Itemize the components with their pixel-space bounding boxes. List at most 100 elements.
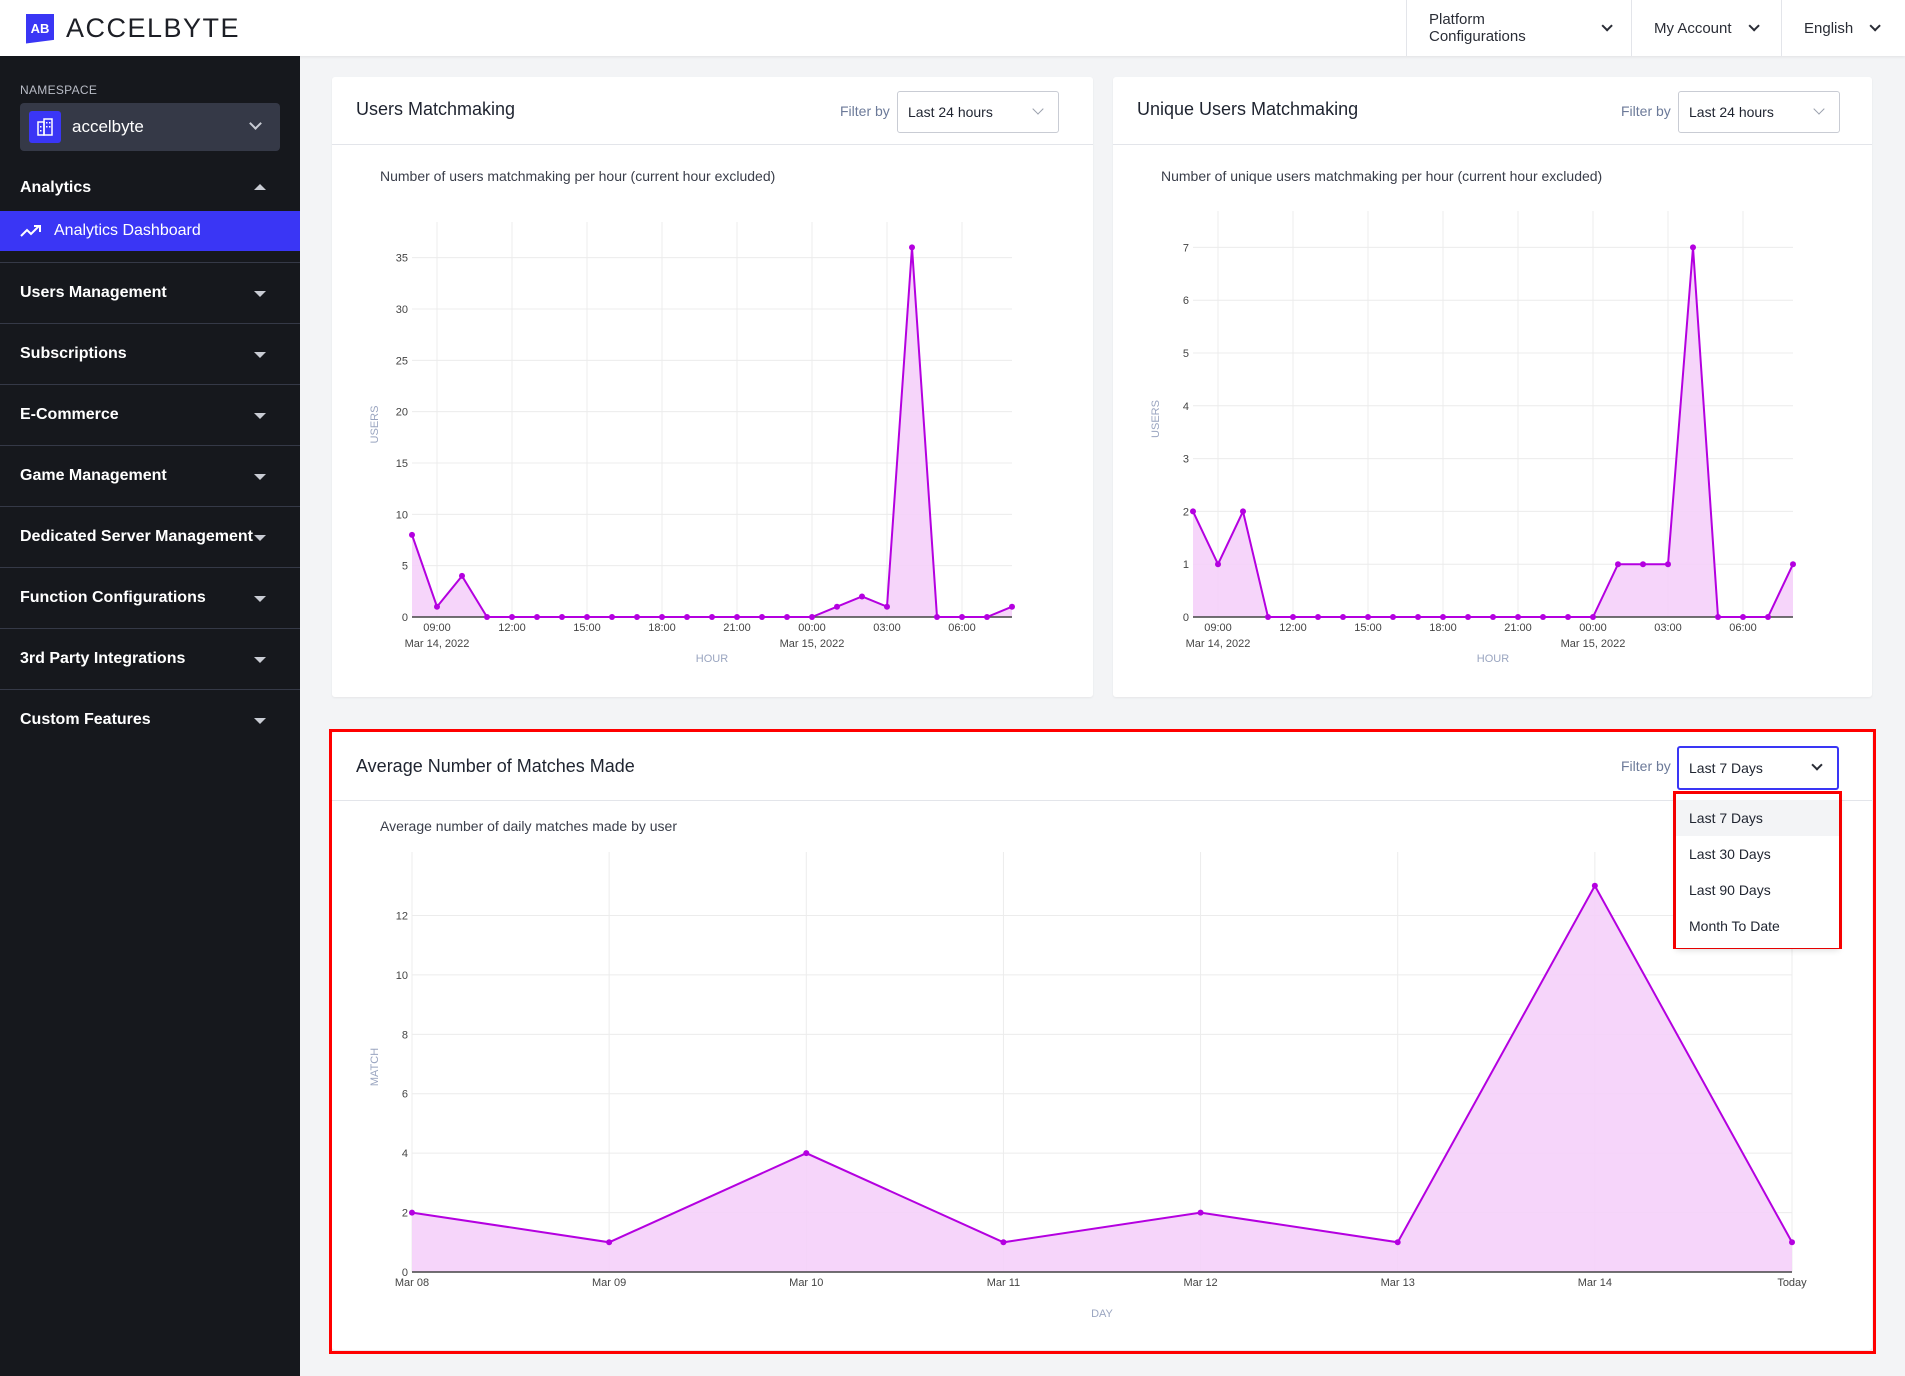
x-tick-sublabel: Mar 15, 2022 (1561, 638, 1626, 650)
data-point (584, 614, 590, 620)
y-tick-label: 5 (1183, 348, 1189, 360)
sidebar-item-label: Users Management (20, 284, 167, 301)
brand-logo[interactable]: AB ACCELBYTE (26, 13, 240, 44)
dropdown-option-month-to-date[interactable]: Month To Date (1676, 908, 1839, 944)
sidebar-item-3rd-party-integrations[interactable]: 3rd Party Integrations (0, 628, 300, 689)
sidebar-item-subscriptions[interactable]: Subscriptions (0, 323, 300, 384)
data-point (809, 614, 815, 620)
dropdown-options: Last 7 Days Last 30 Days Last 90 Days Mo… (1676, 794, 1839, 944)
sidebar-item-game-management[interactable]: Game Management (0, 445, 300, 506)
data-point (734, 614, 740, 620)
data-point (684, 614, 690, 620)
data-point (1615, 561, 1621, 568)
data-point (1591, 882, 1598, 889)
y-axis-title: USERS (369, 406, 381, 444)
caret-down-icon (254, 657, 266, 663)
x-tick-label: Mar 08 (395, 1277, 429, 1289)
x-tick-label: 06:00 (948, 622, 976, 634)
y-tick-label: 25 (396, 355, 408, 367)
series-area (412, 885, 1792, 1272)
chevron-down-icon (249, 117, 262, 130)
data-point (409, 531, 415, 538)
data-point (1394, 1239, 1401, 1246)
my-account-menu[interactable]: My Account (1631, 0, 1781, 56)
y-tick-label: 0 (1183, 612, 1189, 624)
y-tick-label: 15 (396, 458, 408, 470)
platform-configurations-menu[interactable]: Platform Configurations (1406, 0, 1631, 56)
data-point (834, 603, 840, 610)
dropdown-option-last-30-days[interactable]: Last 30 Days (1676, 836, 1839, 872)
sidebar-item-label: Custom Features (20, 711, 151, 728)
data-point (984, 614, 990, 620)
data-point (484, 614, 490, 620)
sidebar-item-function-configurations[interactable]: Function Configurations (0, 567, 300, 628)
language-menu[interactable]: English (1781, 0, 1905, 56)
top-header: AB ACCELBYTE Platform Configurations My … (0, 0, 1905, 56)
x-tick-label: 21:00 (723, 622, 751, 634)
top-nav: Platform Configurations My Account Engli… (1406, 0, 1905, 56)
sidebar-section-analytics[interactable]: Analytics (0, 168, 300, 208)
caret-down-icon (254, 596, 266, 602)
data-point (1290, 614, 1296, 620)
caret-down-icon (254, 474, 266, 480)
data-point (1000, 1239, 1007, 1246)
x-tick-label: Mar 11 (987, 1277, 1020, 1289)
sidebar-item-users-management[interactable]: Users Management (0, 262, 300, 323)
dropdown-option-last-7-days[interactable]: Last 7 Days (1676, 800, 1839, 836)
x-tick-label: 03:00 (1654, 622, 1682, 634)
caret-down-icon (254, 413, 266, 419)
unique-users-matchmaking-card: Unique Users Matchmaking Filter by Last … (1113, 77, 1872, 697)
sidebar-item-label: Function Configurations (20, 589, 206, 606)
data-point (1790, 561, 1796, 568)
data-point (1197, 1209, 1204, 1216)
y-tick-label: 4 (1183, 401, 1189, 413)
namespace-select[interactable]: accelbyte (20, 103, 280, 151)
y-tick-label: 3 (1183, 454, 1189, 466)
namespace-label: NAMESPACE (20, 83, 98, 97)
data-point (1490, 614, 1496, 620)
analytics-section-label: Analytics (20, 179, 92, 196)
data-point (859, 593, 865, 600)
y-tick-label: 8 (402, 1029, 408, 1041)
y-tick-label: 10 (396, 509, 408, 521)
users-matchmaking-card: Users Matchmaking Filter by Last 24 hour… (332, 77, 1093, 697)
x-tick-label: 12:00 (498, 622, 526, 634)
data-point (409, 1209, 415, 1216)
sidebar-item-label: Subscriptions (20, 345, 127, 362)
y-axis-title: USERS (1150, 400, 1162, 438)
sidebar-item-label: E-Commerce (20, 406, 119, 423)
sidebar-item-label: Dedicated Server Management (20, 528, 253, 545)
language-label: English (1804, 19, 1854, 37)
sidebar-item-analytics-dashboard[interactable]: Analytics Dashboard (0, 211, 300, 251)
data-point (909, 244, 915, 251)
accelbyte-logo-icon: AB (26, 13, 54, 44)
data-point (1665, 561, 1671, 568)
x-tick-sublabel: Mar 14, 2022 (405, 638, 470, 650)
x-axis-title: HOUR (1477, 653, 1509, 665)
users-matchmaking-chart: 0 5 10 15 20 25 30 35 09:00 Mar 14, 2022 12:00 15:0… (369, 222, 1015, 665)
caret-down-icon (254, 352, 266, 358)
sidebar-item-e-commerce[interactable]: E-Commerce (0, 384, 300, 445)
x-tick-sublabel: Mar 14, 2022 (1186, 638, 1251, 650)
data-point (1265, 614, 1271, 620)
data-point (606, 1239, 613, 1246)
data-point (1440, 614, 1446, 620)
data-point (559, 614, 565, 620)
platform-configurations-label: Platform Configurations (1429, 11, 1526, 45)
average-matches-card: Average Number of Matches Made Filter by… (332, 732, 1872, 1350)
x-tick-label: Mar 14 (1578, 1277, 1612, 1289)
dropdown-option-last-90-days[interactable]: Last 90 Days (1676, 872, 1839, 908)
data-point (1715, 614, 1721, 620)
x-tick-label: 15:00 (573, 622, 601, 634)
y-tick-label: 6 (1183, 295, 1189, 307)
sidebar-item-dedicated-server-management[interactable]: Dedicated Server Management (0, 506, 300, 567)
sidebar-menu: Users Management Subscriptions E-Commerc… (0, 262, 300, 750)
data-point (1515, 614, 1521, 620)
x-tick-label: 09:00 (423, 622, 451, 634)
x-tick-label: Mar 10 (789, 1277, 823, 1289)
x-tick-sublabel: Mar 15, 2022 (780, 638, 845, 650)
data-point (1540, 614, 1546, 620)
data-point (959, 614, 965, 620)
sidebar-item-label: Game Management (20, 467, 167, 484)
sidebar-item-custom-features[interactable]: Custom Features (0, 689, 300, 750)
